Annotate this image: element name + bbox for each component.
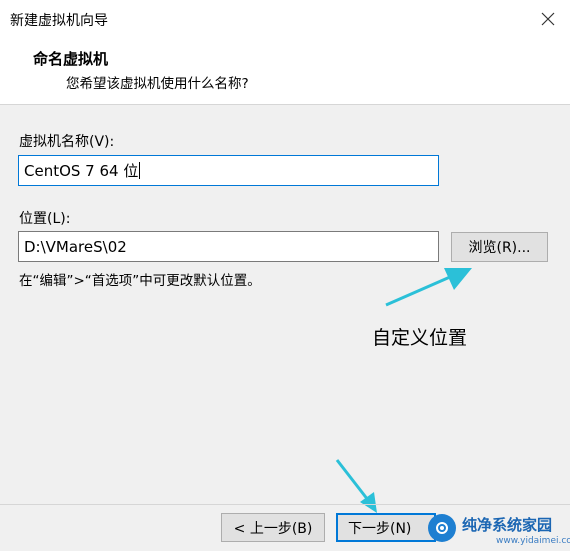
watermark-url: www.yidaimei.com <box>496 536 570 546</box>
watermark-logo-icon <box>428 514 456 542</box>
annotation-label: 自定义位置 <box>372 327 468 349</box>
arrow-to-browse-icon <box>385 268 472 307</box>
back-button[interactable]: < 上一步(B) <box>221 513 325 542</box>
footer-divider <box>0 504 570 505</box>
watermark: 纯净系统家园 www.yidaimei.com <box>420 508 570 551</box>
annotation-overlay <box>335 268 472 513</box>
watermark-text: 纯净系统家园 <box>462 516 553 534</box>
arrow-to-next-icon <box>335 459 377 513</box>
